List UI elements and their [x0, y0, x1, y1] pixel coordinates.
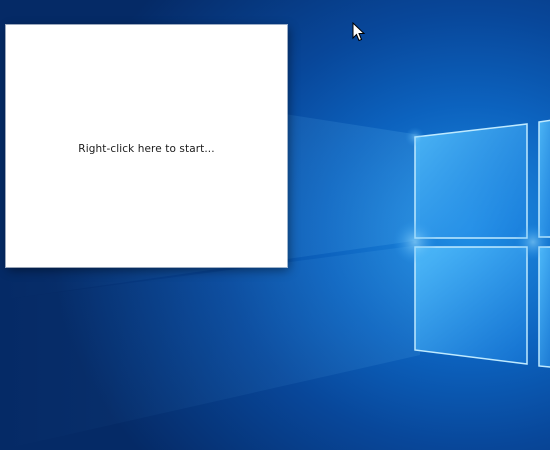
- desktop[interactable]: Right-click here to start...: [0, 0, 550, 450]
- right-click-prompt: Right-click here to start...: [78, 143, 215, 155]
- mouse-pointer-icon: [352, 22, 366, 42]
- app-window[interactable]: Right-click here to start...: [6, 25, 287, 267]
